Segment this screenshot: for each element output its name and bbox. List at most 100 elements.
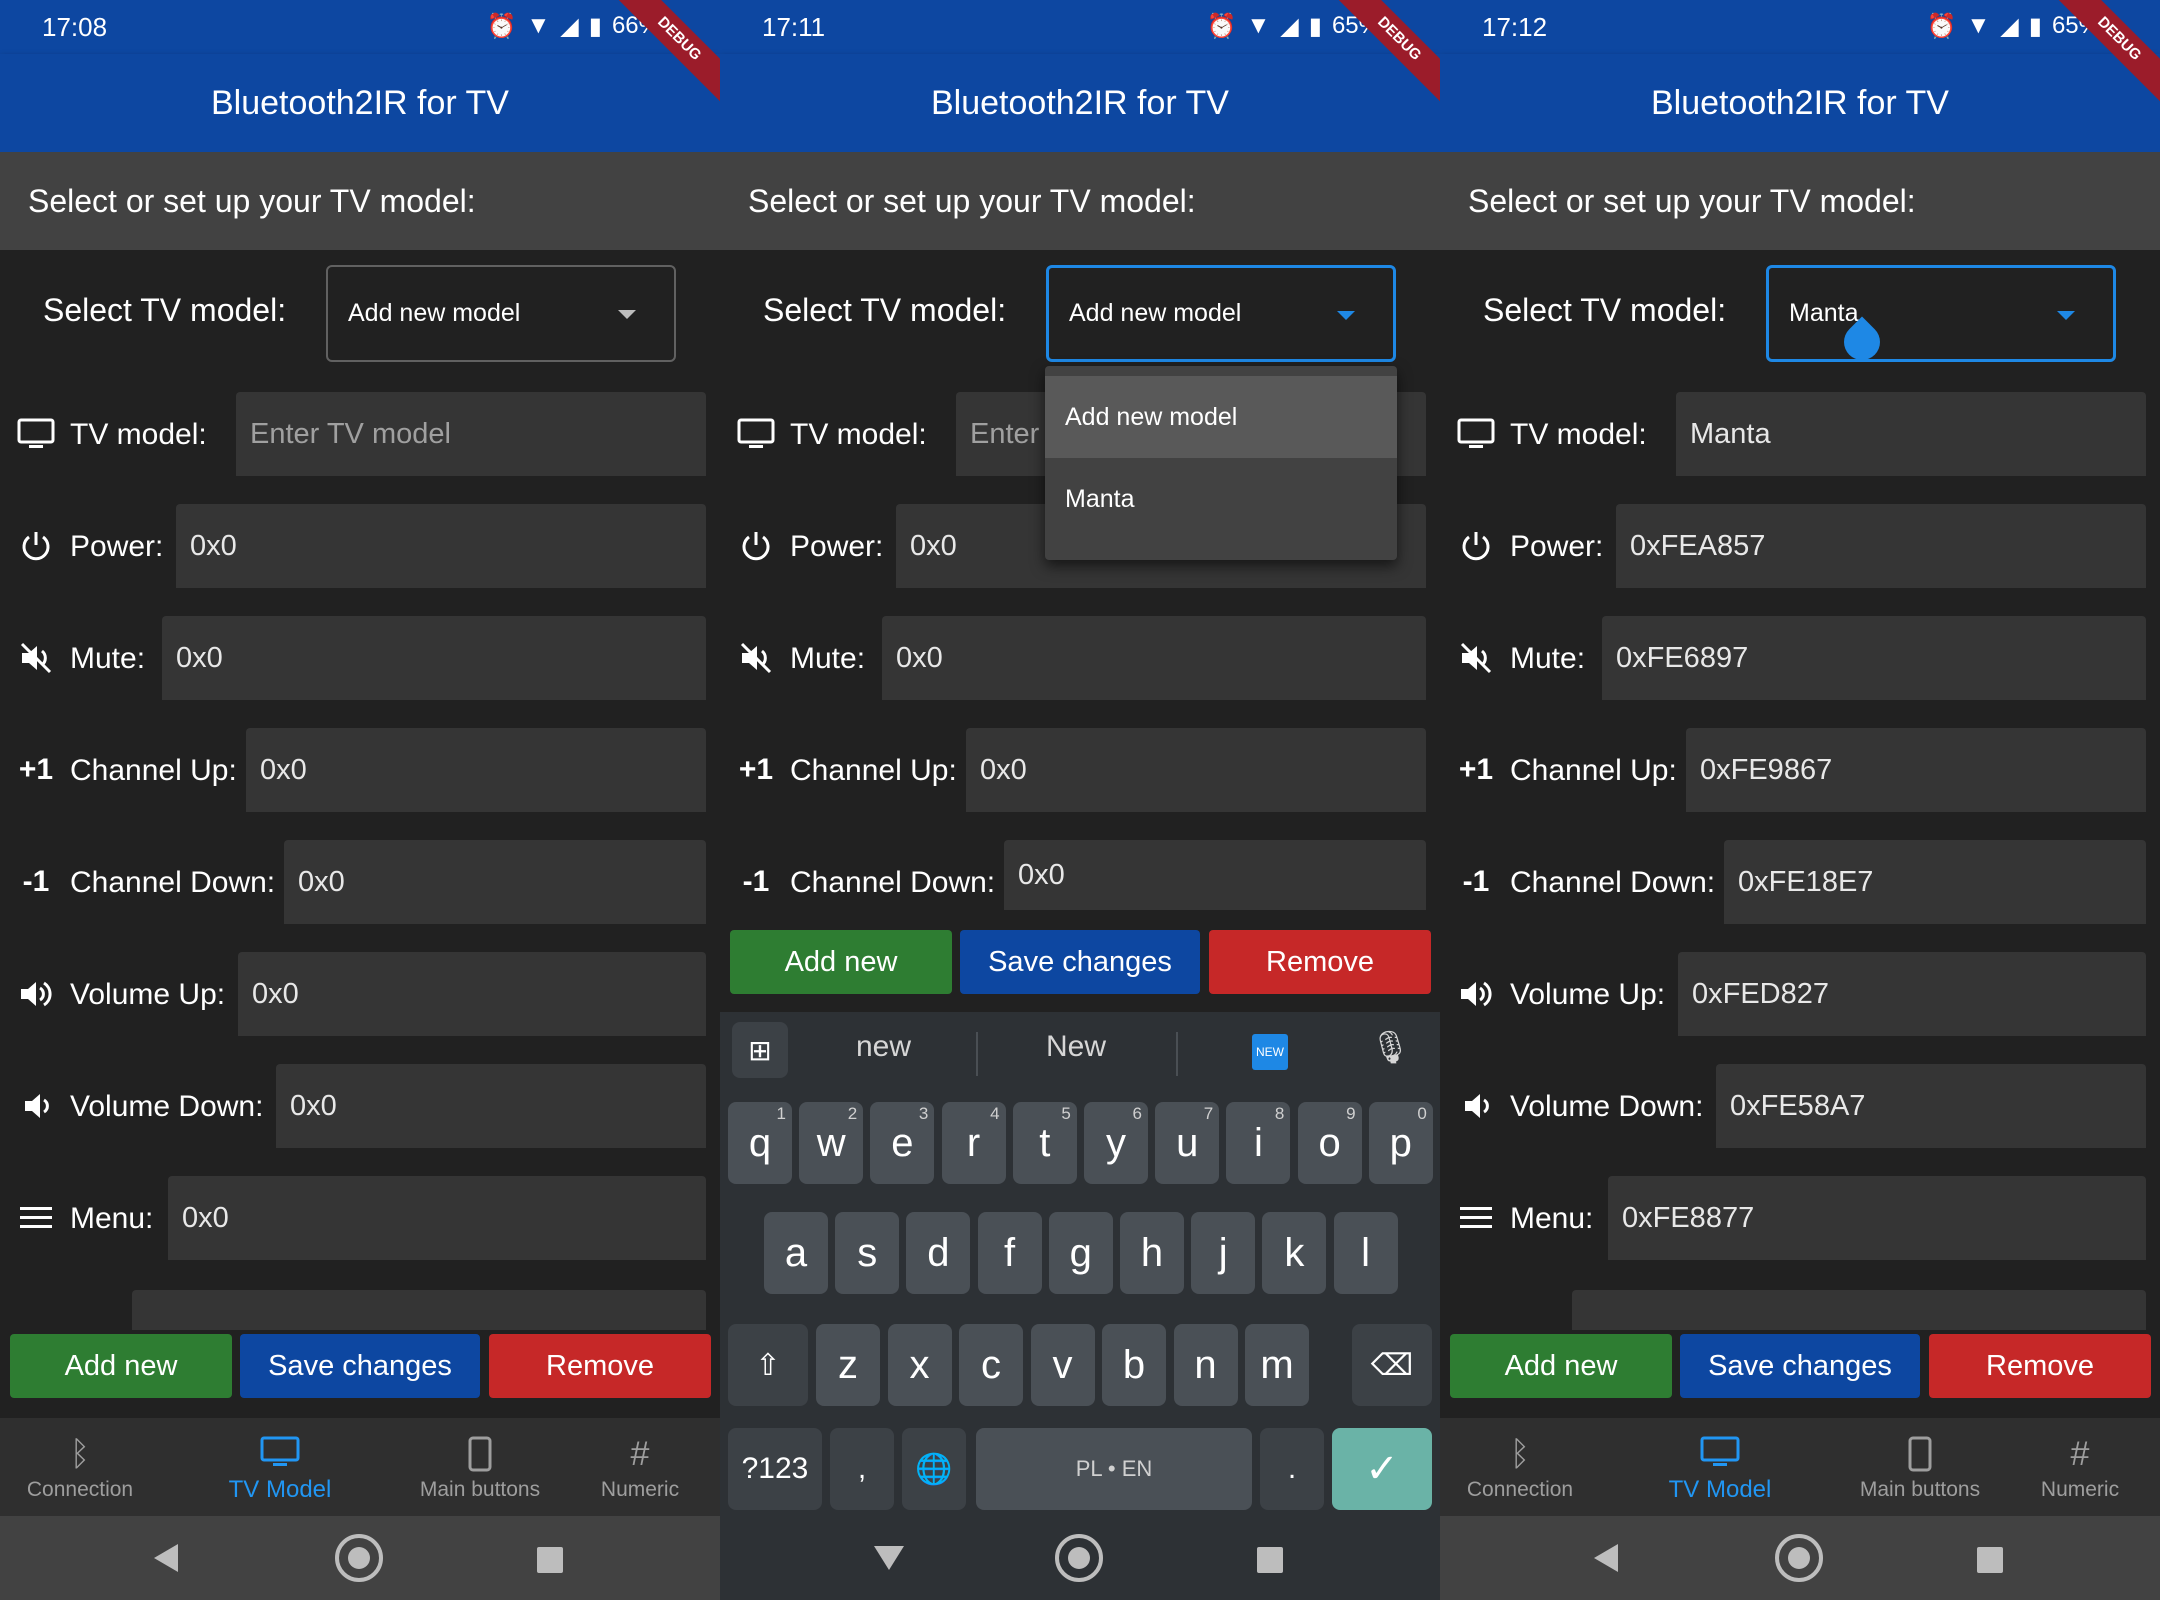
backspace-key[interactable]: ⌫ — [1352, 1324, 1432, 1406]
back-icon[interactable] — [1594, 1544, 1618, 1572]
nav-main-buttons[interactable]: Main buttons — [1840, 1418, 2000, 1516]
dropdown-option-manta[interactable]: Manta — [1045, 458, 1397, 540]
channel-up-input[interactable]: 0xFE9867 — [1686, 728, 2146, 812]
key-o[interactable]: o9 — [1297, 1102, 1362, 1184]
channel-down-input[interactable]: 0x0 — [1004, 840, 1426, 910]
recents-icon[interactable] — [537, 1547, 563, 1573]
period-key[interactable]: . — [1260, 1428, 1324, 1510]
power-input[interactable]: 0x0 — [176, 504, 706, 588]
mute-input[interactable]: 0x0 — [162, 616, 706, 700]
mute-input[interactable]: 0x0 — [882, 616, 1426, 700]
key-i[interactable]: i8 — [1226, 1102, 1291, 1184]
volume-down-input[interactable]: 0xFE58A7 — [1716, 1064, 2146, 1148]
dropdown-option-add-new[interactable]: Add new model — [1045, 376, 1397, 458]
key-j[interactable]: j — [1191, 1212, 1256, 1294]
select-model-label: Select TV model: — [1483, 292, 1727, 328]
home-icon[interactable] — [1775, 1534, 1823, 1582]
new-badge-icon[interactable]: NEW — [1252, 1034, 1288, 1070]
recents-icon[interactable] — [1257, 1547, 1283, 1573]
key-t[interactable]: t5 — [1012, 1102, 1077, 1184]
nav-connection[interactable]: ᛒ Connection — [10, 1418, 150, 1516]
remove-button[interactable]: Remove — [1929, 1334, 2151, 1398]
suggestion-1[interactable]: new — [856, 1030, 911, 1064]
key-h[interactable]: h — [1120, 1212, 1184, 1294]
remove-button[interactable]: Remove — [1209, 930, 1431, 994]
key-label: q — [748, 1120, 772, 1165]
key-x[interactable]: x — [887, 1324, 952, 1406]
space-key[interactable]: PL • EN — [976, 1428, 1252, 1510]
model-dropdown[interactable]: Add new model — [1046, 265, 1396, 362]
tv-model-input[interactable]: Enter TV model — [236, 392, 706, 476]
signal-icon: ◢ — [2000, 13, 2019, 40]
key-number-hint: 8 — [1274, 1104, 1285, 1123]
key-label: w — [816, 1120, 846, 1165]
shift-key[interactable]: ⇧ — [728, 1324, 808, 1406]
key-d[interactable]: d — [906, 1212, 971, 1294]
nav-tv-model[interactable]: TV Model — [210, 1418, 350, 1516]
nav-connection[interactable]: ᛒ Connection — [1450, 1418, 1590, 1516]
nav-main-buttons[interactable]: Main buttons — [400, 1418, 560, 1516]
symbols-key[interactable]: ?123 — [728, 1428, 822, 1510]
hide-keyboard-icon[interactable] — [874, 1546, 904, 1570]
key-n[interactable]: n — [1173, 1324, 1238, 1406]
add-new-button[interactable]: Add new — [1450, 1334, 1672, 1398]
save-changes-button[interactable]: Save changes — [960, 930, 1200, 994]
key-a[interactable]: a — [764, 1212, 828, 1294]
key-c[interactable]: c — [959, 1324, 1023, 1406]
add-new-button[interactable]: Add new — [10, 1334, 232, 1398]
add-new-button[interactable]: Add new — [730, 930, 952, 994]
recents-icon[interactable] — [1977, 1547, 2003, 1573]
channel-down-input[interactable]: 0xFE18E7 — [1724, 840, 2146, 924]
key-g[interactable]: g — [1048, 1212, 1113, 1294]
minus-one-icon: -1 — [1462, 865, 1490, 898]
channel-down-input[interactable]: 0x0 — [284, 840, 706, 924]
key-w[interactable]: w2 — [799, 1102, 864, 1184]
key-s[interactable]: s — [835, 1212, 900, 1294]
model-dropdown[interactable]: Add new model — [326, 265, 676, 362]
power-input[interactable]: 0xFEA857 — [1616, 504, 2146, 588]
emoji-comma-key[interactable]: , — [830, 1428, 894, 1510]
tv-icon — [260, 1430, 300, 1474]
microphone-icon[interactable]: 🎙 — [1370, 1028, 1411, 1066]
globe-icon[interactable]: 🌐 — [902, 1428, 966, 1510]
save-changes-button[interactable]: Save changes — [240, 1334, 480, 1398]
key-l[interactable]: l — [1333, 1212, 1398, 1294]
key-m[interactable]: m — [1245, 1324, 1309, 1406]
key-z[interactable]: z — [816, 1324, 880, 1406]
key-r[interactable]: r4 — [941, 1102, 1006, 1184]
nav-tv-model[interactable]: TV Model — [1650, 1418, 1790, 1516]
home-icon[interactable] — [1055, 1534, 1103, 1582]
model-dropdown[interactable]: Manta — [1766, 265, 2116, 362]
key-e[interactable]: e3 — [870, 1102, 935, 1184]
key-q[interactable]: q1 — [728, 1102, 792, 1184]
mute-input[interactable]: 0xFE6897 — [1602, 616, 2146, 700]
channel-up-input[interactable]: 0x0 — [966, 728, 1426, 812]
next-input-partial[interactable] — [1572, 1290, 2146, 1330]
key-k[interactable]: k — [1262, 1212, 1327, 1294]
home-icon[interactable] — [335, 1534, 383, 1582]
next-input-partial[interactable] — [132, 1290, 706, 1330]
remove-button[interactable]: Remove — [489, 1334, 711, 1398]
key-v[interactable]: v — [1030, 1324, 1095, 1406]
suggestion-2[interactable]: New — [1046, 1030, 1106, 1064]
volume-up-input[interactable]: 0x0 — [238, 952, 706, 1036]
key-p[interactable]: p0 — [1368, 1102, 1433, 1184]
key-y[interactable]: y6 — [1084, 1102, 1148, 1184]
back-icon[interactable] — [154, 1544, 178, 1572]
phone-icon — [1908, 1432, 1932, 1476]
enter-check-icon[interactable]: ✓ — [1332, 1428, 1432, 1510]
menu-input[interactable]: 0xFE8877 — [1608, 1176, 2146, 1260]
menu-input[interactable]: 0x0 — [168, 1176, 706, 1260]
volume-up-input[interactable]: 0xFED827 — [1678, 952, 2146, 1036]
key-f[interactable]: f — [977, 1212, 1042, 1294]
tv-model-input[interactable]: Manta — [1676, 392, 2146, 476]
key-b[interactable]: b — [1102, 1324, 1166, 1406]
channel-up-input[interactable]: 0x0 — [246, 728, 706, 812]
save-changes-button[interactable]: Save changes — [1680, 1334, 1920, 1398]
volume-down-input[interactable]: 0x0 — [276, 1064, 706, 1148]
nav-numeric[interactable]: # Numeric — [2030, 1418, 2130, 1516]
nav-connection-label: Connection — [1466, 1478, 1574, 1501]
nav-numeric[interactable]: # Numeric — [590, 1418, 690, 1516]
key-u[interactable]: u7 — [1155, 1102, 1220, 1184]
apps-grid-icon[interactable]: ⊞ — [732, 1022, 788, 1078]
